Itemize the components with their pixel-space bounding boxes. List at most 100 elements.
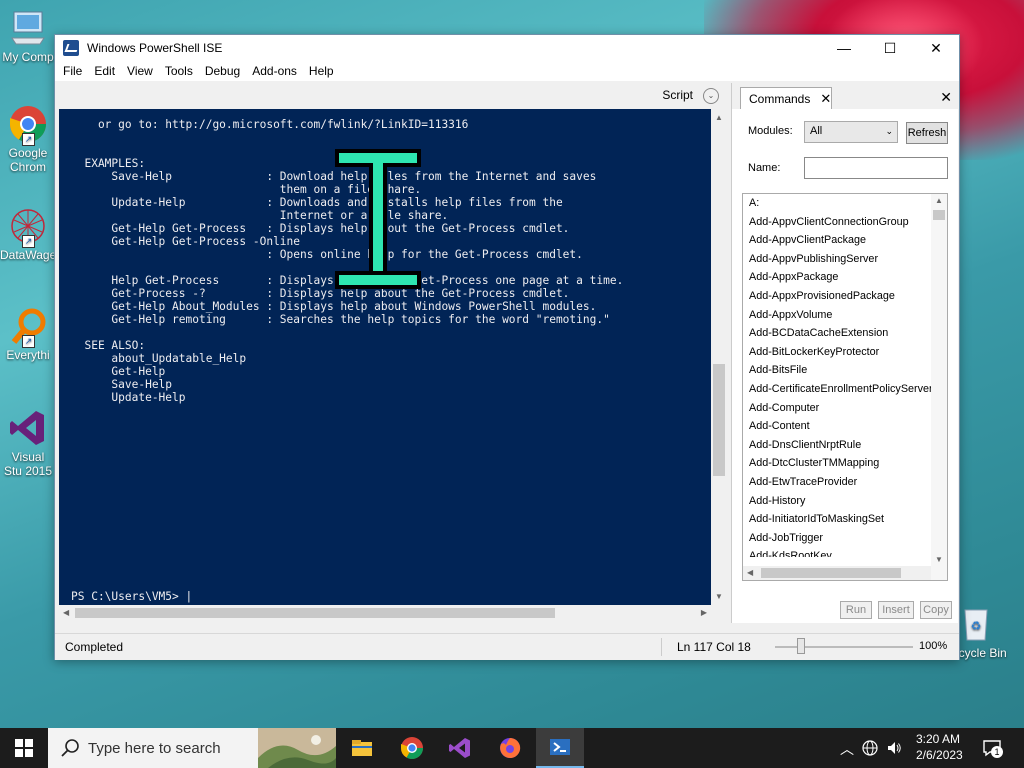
- powershell-ise-window: Windows PowerShell ISE — ☐ ✕ File Edit V…: [54, 34, 960, 660]
- menu-debug[interactable]: Debug: [199, 64, 246, 78]
- commands-tab-label: Commands: [749, 91, 811, 106]
- scroll-thumb[interactable]: [75, 608, 555, 618]
- commands-vertical-scrollbar[interactable]: ▲ ▼: [931, 194, 947, 580]
- clock-time[interactable]: 3:20 AM: [916, 732, 960, 746]
- taskbar-search[interactable]: Type here to search: [48, 728, 336, 768]
- status-bar: Completed Ln 117 Col 18 100%: [55, 633, 959, 660]
- menu-help[interactable]: Help: [303, 64, 340, 78]
- visual-studio-icon: [8, 408, 48, 448]
- chrome-icon: ↗: [8, 104, 48, 146]
- close-button[interactable]: ✕: [913, 35, 959, 61]
- insert-button[interactable]: Insert: [878, 601, 914, 619]
- zoom-slider-thumb[interactable]: [797, 638, 805, 654]
- commands-list[interactable]: A: Add-AppvClientConnectionGroup Add-App…: [742, 193, 948, 581]
- menu-file[interactable]: File: [57, 64, 88, 78]
- menu-tools[interactable]: Tools: [159, 64, 199, 78]
- scroll-thumb[interactable]: [761, 568, 901, 578]
- list-item[interactable]: Add-CertificateEnrollmentPolicyServer: [743, 380, 931, 399]
- list-item[interactable]: Add-DtcClusterTMMapping: [743, 454, 931, 473]
- scroll-down-icon[interactable]: ▼: [935, 555, 943, 564]
- script-pane-toggle[interactable]: Script: [662, 88, 693, 102]
- chrome-icon[interactable]: [400, 736, 424, 760]
- list-item[interactable]: Add-KdsRootKey: [743, 547, 931, 557]
- window-title: Windows PowerShell ISE: [87, 41, 223, 55]
- scroll-up-icon[interactable]: ▲: [935, 196, 943, 205]
- menu-add-ons[interactable]: Add-ons: [246, 64, 303, 78]
- zoom-slider-track[interactable]: [775, 646, 913, 648]
- console-vertical-scrollbar[interactable]: ▲ ▼: [711, 109, 727, 605]
- shortcut-arrow-icon: ↗: [22, 235, 35, 248]
- script-pane-bar: Script ⌄: [55, 83, 729, 109]
- name-input[interactable]: [804, 157, 948, 179]
- start-button[interactable]: [0, 728, 48, 768]
- file-explorer-icon[interactable]: [350, 736, 374, 760]
- list-item[interactable]: A:: [743, 194, 931, 213]
- desktop-icon-label: My Comp: [2, 50, 54, 64]
- scroll-down-icon[interactable]: ▼: [715, 592, 723, 601]
- minimize-button[interactable]: —: [821, 35, 867, 61]
- desktop-icon-my-computer[interactable]: My Comp: [0, 8, 56, 64]
- notification-badge: 1: [991, 746, 1003, 758]
- menu-view[interactable]: View: [121, 64, 159, 78]
- clock-date[interactable]: 2/6/2023: [916, 748, 963, 762]
- modules-label: Modules:: [748, 125, 793, 137]
- list-item[interactable]: Add-AppvClientConnectionGroup: [743, 213, 931, 232]
- list-item[interactable]: Add-AppvPublishingServer: [743, 250, 931, 269]
- list-item[interactable]: Add-Content: [743, 417, 931, 436]
- network-globe-icon[interactable]: [862, 740, 878, 756]
- desktop-icon-datawage[interactable]: ↗ DataWage: [0, 206, 56, 262]
- menu-edit[interactable]: Edit: [88, 64, 121, 78]
- close-icon[interactable]: ✕: [940, 89, 952, 106]
- powershell-icon: [63, 40, 79, 56]
- refresh-button[interactable]: Refresh: [906, 122, 948, 144]
- chevron-down-icon[interactable]: ⌄: [703, 88, 719, 104]
- scroll-right-icon[interactable]: ▶: [701, 608, 707, 617]
- menu-bar: File Edit View Tools Debug Add-ons Help: [55, 61, 959, 81]
- chevron-up-icon[interactable]: ︿: [840, 739, 854, 759]
- list-item[interactable]: Add-JobTrigger: [743, 529, 931, 548]
- list-item[interactable]: Add-EtwTraceProvider: [743, 473, 931, 492]
- commands-tab[interactable]: Commands ✕: [740, 87, 832, 109]
- notifications-button[interactable]: 1: [982, 738, 1003, 758]
- list-item[interactable]: Add-BitLockerKeyProtector: [743, 343, 931, 362]
- list-item[interactable]: Add-AppxProvisionedPackage: [743, 287, 931, 306]
- shortcut-arrow-icon: ↗: [22, 335, 35, 348]
- scroll-thumb[interactable]: [933, 210, 945, 220]
- console-prompt[interactable]: PS C:\Users\VM5> |: [71, 590, 192, 603]
- cursor-position: Ln 117 Col 18: [677, 640, 751, 654]
- modules-select[interactable]: All ⌄: [804, 121, 898, 143]
- powershell-ise-icon: [550, 739, 570, 755]
- taskbar-powershell-ise[interactable]: [536, 728, 584, 768]
- desktop-icon-chrome[interactable]: ↗ Google Chrom: [0, 104, 56, 174]
- search-highlight-image-icon: [258, 728, 336, 768]
- list-item[interactable]: Add-AppxVolume: [743, 306, 931, 325]
- desktop-icon-label: Everythi: [6, 348, 50, 362]
- list-item[interactable]: Add-AppxPackage: [743, 268, 931, 287]
- maximize-button[interactable]: ☐: [867, 35, 913, 61]
- commands-horizontal-scrollbar[interactable]: ◀: [743, 566, 931, 580]
- list-item[interactable]: Add-History: [743, 492, 931, 511]
- close-icon[interactable]: ✕: [820, 91, 831, 107]
- list-item[interactable]: Add-AppvClientPackage: [743, 231, 931, 250]
- run-button[interactable]: Run: [840, 601, 872, 619]
- scroll-up-icon[interactable]: ▲: [715, 113, 723, 122]
- taskbar: Type here to search ︿ 3:20 AM 2/6/2023 1: [0, 728, 1024, 768]
- chevron-down-icon: ⌄: [885, 126, 893, 136]
- visual-studio-icon[interactable]: [448, 736, 472, 760]
- desktop-icon-visual-studio[interactable]: Visual Stu 2015: [0, 408, 56, 478]
- copy-button[interactable]: Copy: [920, 601, 952, 619]
- scroll-thumb[interactable]: [713, 364, 725, 476]
- list-item[interactable]: Add-BitsFile: [743, 361, 931, 380]
- console-horizontal-scrollbar[interactable]: ◀ ▶: [59, 605, 711, 621]
- scroll-left-icon[interactable]: ◀: [63, 608, 69, 617]
- list-item[interactable]: Add-Computer: [743, 399, 931, 418]
- search-icon: [61, 739, 79, 757]
- firefox-icon[interactable]: [498, 736, 522, 760]
- title-bar[interactable]: Windows PowerShell ISE — ☐ ✕: [55, 35, 959, 61]
- scroll-left-icon[interactable]: ◀: [747, 568, 753, 577]
- list-item[interactable]: Add-DnsClientNrptRule: [743, 436, 931, 455]
- desktop-icon-everything[interactable]: ↗ Everythi: [0, 306, 56, 362]
- list-item[interactable]: Add-BCDataCacheExtension: [743, 324, 931, 343]
- volume-icon[interactable]: [886, 740, 902, 756]
- list-item[interactable]: Add-InitiatorIdToMaskingSet: [743, 510, 931, 529]
